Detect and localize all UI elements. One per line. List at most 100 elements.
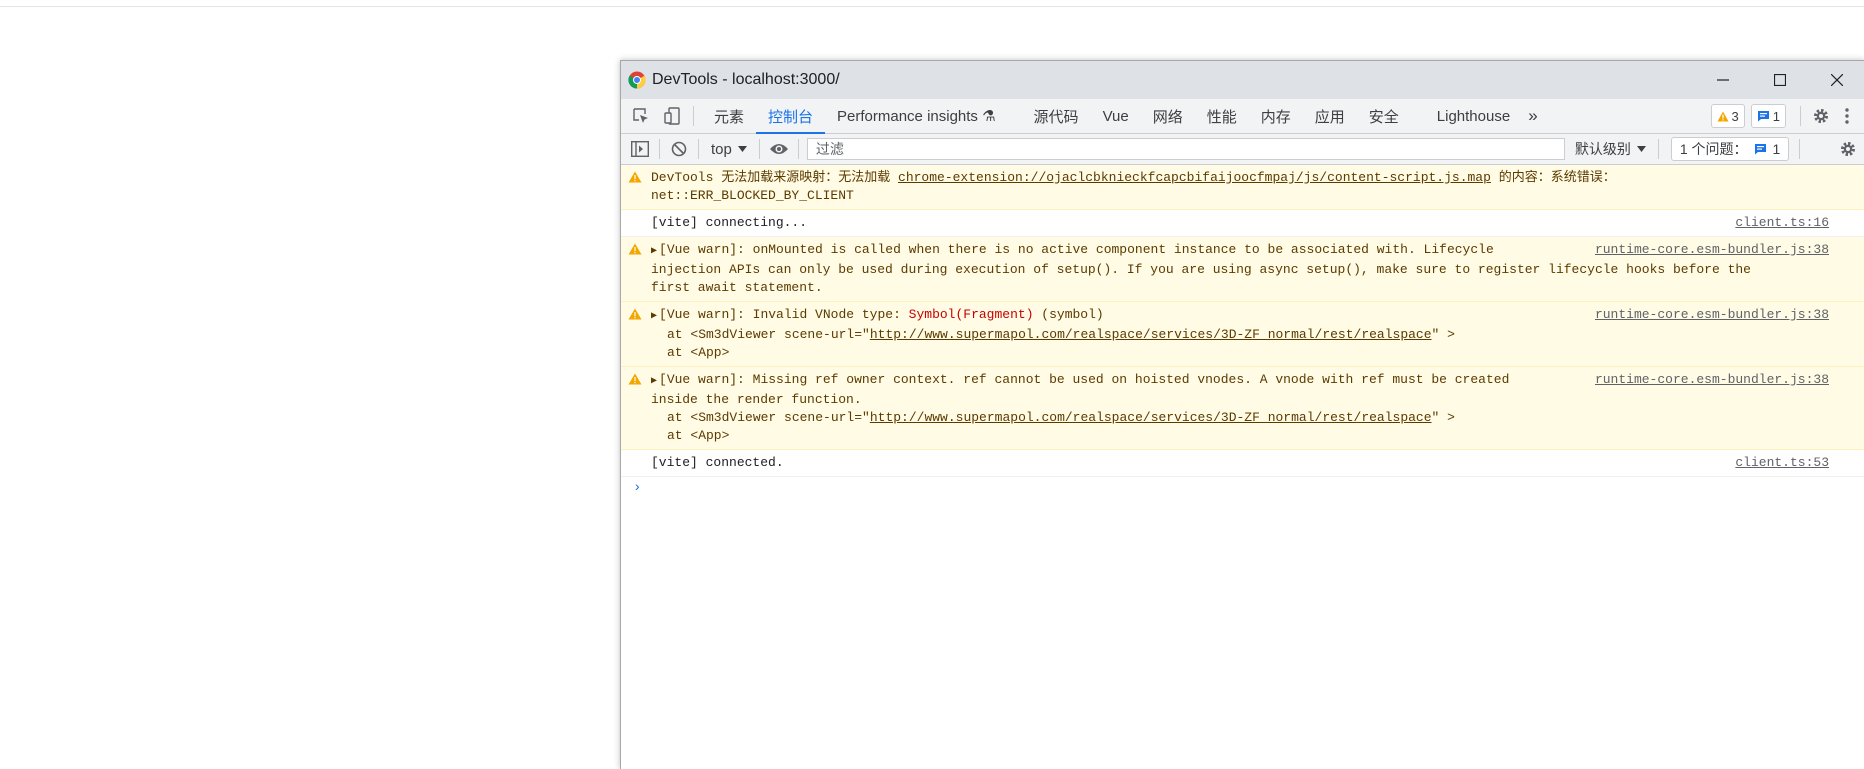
devtools-window: DevTools - localhost:3000/ 元素 控制台 Perfor… (620, 60, 1864, 769)
console-message-log: [vite] connecting... client.ts:16 (621, 210, 1864, 237)
scene-url-link[interactable]: http://www.supermapol.com/realspace/serv… (870, 327, 1432, 342)
console-messages: DevTools 无法加载来源映射：无法加载 chrome-extension:… (621, 165, 1864, 499)
console-prompt[interactable]: › (621, 477, 1864, 499)
toolbar-divider (659, 139, 660, 159)
console-message-warning: DevTools 无法加载来源映射：无法加载 chrome-extension:… (621, 165, 1864, 210)
expand-arrow-icon[interactable]: ▶ (651, 311, 657, 322)
expand-arrow-icon[interactable]: ▶ (651, 376, 657, 387)
issues-label: 1 个问题： (1679, 141, 1748, 157)
toolbar-divider (1800, 106, 1801, 126)
window-controls (1694, 61, 1864, 99)
source-link[interactable]: client.ts:16 (1735, 214, 1829, 232)
live-expression-button[interactable] (766, 136, 792, 162)
inspect-element-button[interactable] (629, 104, 653, 128)
toolbar-divider (693, 106, 694, 126)
dropdown-triangle-icon (737, 146, 747, 152)
close-button[interactable] (1808, 61, 1864, 99)
inspect-element-icon (633, 108, 648, 123)
tab-vue[interactable]: Vue (1091, 99, 1141, 133)
message-text: [Vue warn]: onMounted is called when the… (659, 242, 1494, 257)
warning-icon (1717, 111, 1729, 122)
clear-console-button[interactable] (666, 136, 692, 162)
window-title: DevTools - localhost:3000/ (652, 71, 840, 88)
message-line: DevTools 无法加载来源映射：无法加载 chrome-extension:… (651, 169, 1825, 187)
warning-icon (628, 373, 642, 385)
messages-badge[interactable]: 1 (1750, 104, 1786, 128)
message-text: 的内容：系统错误： (1490, 170, 1616, 185)
warning-icon (628, 171, 642, 183)
settings-button[interactable] (1809, 104, 1833, 128)
dropdown-triangle-icon (1636, 146, 1646, 152)
tab-memory[interactable]: 内存 (1249, 99, 1303, 133)
warning-icon (628, 308, 642, 320)
message-text: net::ERR_BLOCKED_BY_CLIENT (651, 188, 854, 203)
filter-box (806, 138, 1565, 160)
source-link[interactable]: runtime-core.esm-bundler.js:38 (1594, 371, 1829, 389)
maximize-button[interactable] (1751, 61, 1808, 99)
message-text: first await statement. (651, 280, 823, 295)
source-link[interactable]: runtime-core.esm-bundler.js:38 (1594, 306, 1829, 324)
stack-line: at <App> (667, 428, 730, 443)
gear-icon (1814, 109, 1828, 123)
message-text: inside the render function. (651, 392, 862, 407)
message-text: at <Sm3dViewer scene-url=" (667, 327, 870, 342)
minimize-button[interactable] (1694, 61, 1751, 99)
messages-count: 1 (1772, 108, 1780, 124)
stack-line: at <Sm3dViewer scene-url="http://www.sup… (651, 326, 1825, 344)
console-settings-button[interactable] (1835, 136, 1861, 162)
eye-icon (769, 144, 788, 154)
warning-icon (628, 243, 642, 255)
tab-security[interactable]: 安全 (1357, 99, 1411, 133)
customize-menu-button[interactable] (1835, 104, 1859, 128)
context-value: top (711, 140, 732, 158)
expand-arrow-icon[interactable]: ▶ (651, 246, 657, 257)
issues-count: 1 (1772, 141, 1781, 157)
context-selector[interactable]: top (705, 141, 753, 158)
console-message-warning[interactable]: ▶ [Vue warn]: Invalid VNode type: Symbol(… (621, 302, 1864, 367)
toolbar-divider (1657, 139, 1659, 159)
kebab-menu-icon (1845, 108, 1849, 124)
log-levels-dropdown[interactable]: 默认级别 (1575, 139, 1646, 159)
toolbar-divider (698, 139, 699, 159)
message-text: [vite] connecting... (651, 215, 808, 230)
chrome-logo-icon (628, 71, 646, 89)
close-icon (1830, 74, 1843, 86)
message-text: [Vue warn]: Missing ref owner context. r… (659, 372, 1510, 387)
device-toggle-icon (664, 107, 680, 125)
console-message-warning[interactable]: ▶ [Vue warn]: onMounted is called when th… (621, 237, 1864, 302)
tab-network[interactable]: 网络 (1141, 99, 1195, 133)
prompt-chevron-icon: › (633, 480, 642, 496)
warnings-count: 3 (1731, 108, 1739, 124)
tab-elements[interactable]: 元素 (702, 99, 756, 133)
sidebar-toggle-icon (631, 141, 649, 157)
symbol-value: Symbol(Fragment) (908, 307, 1034, 322)
warnings-badge[interactable]: 3 (1710, 104, 1745, 128)
message-text: [Vue warn]: Invalid VNode type: (659, 307, 909, 322)
tab-console[interactable]: 控制台 (756, 99, 826, 134)
tab-sources[interactable]: 源代码 (1022, 99, 1091, 133)
source-link[interactable]: runtime-core.esm-bundler.js:38 (1594, 241, 1829, 259)
source-link[interactable]: client.ts:53 (1735, 454, 1829, 472)
message-text: [vite] connected. (651, 455, 784, 470)
filter-input[interactable] (813, 140, 1558, 158)
more-tabs-button[interactable]: » (1522, 99, 1543, 133)
console-message-warning[interactable]: ▶ [Vue warn]: Missing ref owner context. … (621, 367, 1864, 450)
message-text: (symbol) (1033, 307, 1104, 322)
source-map-link[interactable]: chrome-extension://ojaclcbknieckfcapcbif… (898, 170, 1491, 185)
title-bar[interactable]: DevTools - localhost:3000/ (621, 61, 1864, 99)
tab-bar-right: 3 1 (1710, 99, 1864, 133)
message-text: DevTools 无法加载来源映射：无法加载 (651, 170, 899, 185)
minimize-icon (1716, 79, 1729, 81)
tab-performance-insights[interactable]: Performance insights ⚗ (825, 99, 1008, 133)
message-icon (1754, 144, 1766, 155)
scene-url-link[interactable]: http://www.supermapol.com/realspace/serv… (870, 410, 1432, 425)
message-text: " > (1431, 410, 1455, 425)
console-toolbar: top 默认级别 1 个问题： 1 (621, 134, 1864, 165)
issues-button[interactable]: 1 个问题： 1 (1670, 137, 1790, 161)
tab-application[interactable]: 应用 (1303, 99, 1357, 133)
message-text: " > (1431, 327, 1455, 342)
tab-lighthouse[interactable]: Lighthouse (1425, 99, 1522, 133)
tab-performance[interactable]: 性能 (1195, 99, 1249, 133)
device-toolbar-button[interactable] (661, 104, 685, 128)
sidebar-toggle-button[interactable] (627, 136, 653, 162)
